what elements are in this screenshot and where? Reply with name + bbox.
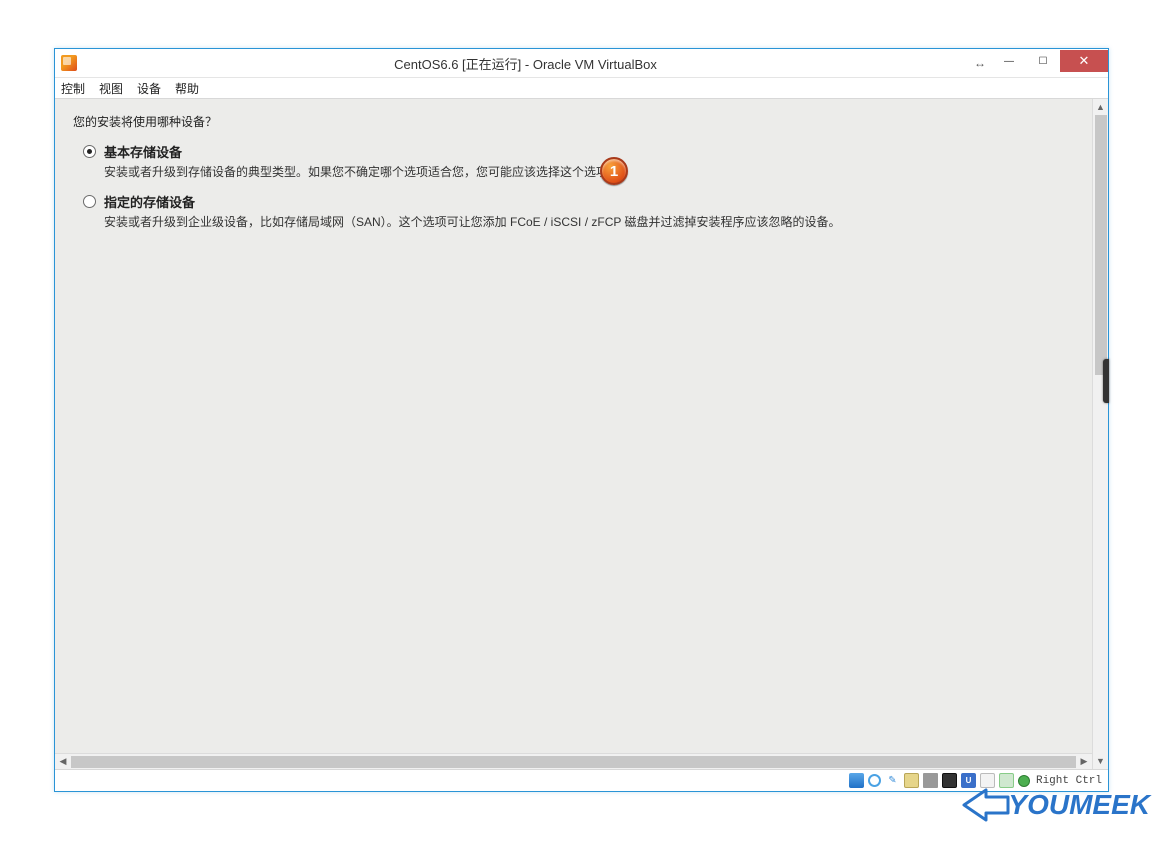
- radio-basic-storage[interactable]: [83, 145, 96, 158]
- optical-drive-icon[interactable]: [868, 774, 881, 787]
- shared-clipboard-icon[interactable]: [980, 773, 995, 788]
- pen-icon[interactable]: ✎: [885, 773, 900, 788]
- close-button[interactable]: ✕: [1060, 50, 1108, 72]
- storage-option-basic[interactable]: 基本存储设备 安装或者升级到存储设备的典型类型。如果您不确定哪个选项适合您，您可…: [83, 142, 1090, 182]
- hard-disk-icon[interactable]: [849, 773, 864, 788]
- frame-edge-handle: [1103, 359, 1109, 403]
- shared-folder-icon[interactable]: [904, 773, 919, 788]
- menu-control[interactable]: 控制: [61, 80, 85, 97]
- storage-option-specialized[interactable]: 指定的存储设备 安装或者升级到企业级设备，比如存储局域网（SAN）。这个选项可让…: [83, 192, 1090, 232]
- vm-state-icon[interactable]: [1018, 775, 1030, 787]
- vm-display: 您的安装将使用哪种设备？ 基本存储设备 安装或者升级到存储设备的典型类型。如果您…: [55, 99, 1108, 769]
- menu-help[interactable]: 帮助: [175, 80, 199, 97]
- scroll-right-icon[interactable]: ▶: [1076, 756, 1092, 767]
- option-title: 指定的存储设备: [104, 192, 840, 211]
- window-controls: — ☐ ✕: [992, 49, 1108, 77]
- scroll-thumb-h[interactable]: [71, 756, 1076, 768]
- minimize-button[interactable]: —: [992, 50, 1026, 72]
- network-icon[interactable]: [923, 773, 938, 788]
- watermark-text: YOUMEEK: [1008, 789, 1150, 821]
- menu-devices[interactable]: 设备: [137, 80, 161, 97]
- vertical-scrollbar[interactable]: ▲ ▼: [1092, 99, 1108, 769]
- maximize-button[interactable]: ☐: [1026, 50, 1060, 72]
- option-desc: 安装或者升级到企业级设备，比如存储局域网（SAN）。这个选项可让您添加 FCoE…: [104, 213, 840, 232]
- scroll-left-icon[interactable]: ◀: [55, 756, 71, 767]
- virtualbox-window: CentOS6.6 [正在运行] - Oracle VM VirtualBox …: [54, 48, 1109, 792]
- mouse-integration-icon[interactable]: [999, 773, 1014, 788]
- menu-view[interactable]: 视图: [99, 80, 123, 97]
- menubar: 控制 视图 设备 帮助: [55, 77, 1108, 99]
- statusbar: ✎ U Right Ctrl: [55, 769, 1108, 791]
- host-key-label: Right Ctrl: [1036, 775, 1102, 787]
- radio-specialized-storage[interactable]: [83, 195, 96, 208]
- window-title: CentOS6.6 [正在运行] - Oracle VM VirtualBox: [83, 54, 968, 73]
- scroll-down-icon[interactable]: ▼: [1093, 753, 1108, 769]
- horizontal-scrollbar[interactable]: ◀ ▶: [55, 753, 1092, 769]
- display-icon[interactable]: [942, 773, 957, 788]
- scroll-thumb[interactable]: [1095, 115, 1107, 375]
- app-icon: [61, 55, 77, 71]
- annotation-badge-1: 1: [600, 157, 628, 185]
- installer-content: 您的安装将使用哪种设备？ 基本存储设备 安装或者升级到存储设备的典型类型。如果您…: [55, 99, 1108, 232]
- installer-prompt: 您的安装将使用哪种设备？: [73, 113, 1090, 130]
- usb-icon[interactable]: U: [961, 773, 976, 788]
- titlebar[interactable]: CentOS6.6 [正在运行] - Oracle VM VirtualBox …: [55, 49, 1108, 77]
- resize-indicator-icon: ↔: [968, 56, 992, 70]
- option-desc: 安装或者升级到存储设备的典型类型。如果您不确定哪个选项适合您，您可能应该选择这个…: [104, 163, 620, 182]
- scroll-up-icon[interactable]: ▲: [1093, 99, 1108, 115]
- watermark: YOUMEEK: [962, 788, 1150, 822]
- option-title: 基本存储设备: [104, 142, 620, 161]
